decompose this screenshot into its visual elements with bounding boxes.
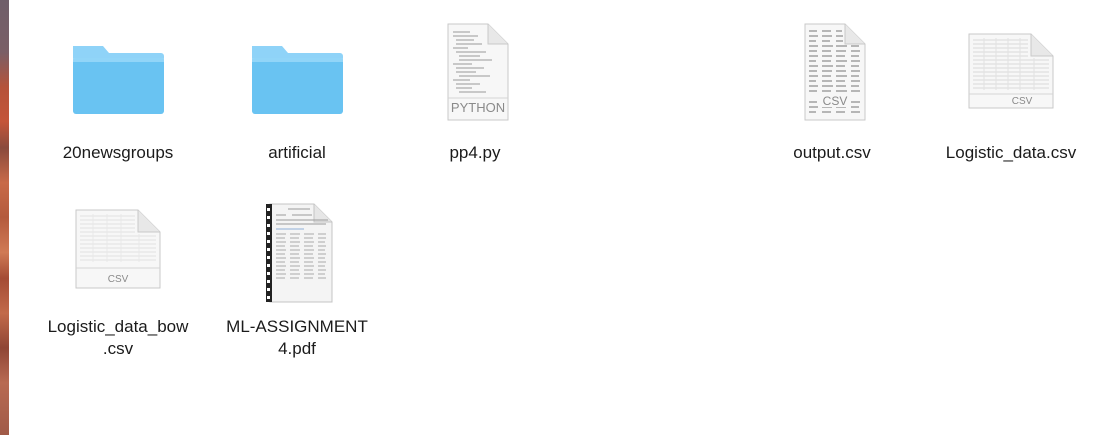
- file-type-badge: CSV: [1012, 96, 1033, 107]
- folder-icon: [63, 22, 173, 132]
- file-pp4-py[interactable]: PYTHON pp4.py: [385, 22, 565, 164]
- pdf-file-icon: [242, 196, 352, 306]
- file-artificial[interactable]: artificial: [207, 22, 387, 164]
- file-logistic-data-bow-csv[interactable]: CSV Logistic_data_bow .csv: [28, 196, 208, 360]
- file-logistic-data-csv[interactable]: CSV Logistic_data.csv: [921, 22, 1095, 164]
- csv-file-icon: CSV: [63, 196, 173, 306]
- file-20newsgroups[interactable]: 20newsgroups: [28, 22, 208, 164]
- desktop: 20newsgroups artificial PYTHON pp4.py CS…: [0, 0, 1095, 435]
- csv-file-icon: CSV: [956, 22, 1066, 132]
- file-label: ML-ASSIGNMENT 4.pdf: [226, 317, 368, 358]
- csv-file-icon: CSV: [777, 22, 887, 132]
- file-label: Logistic_data.csv: [945, 143, 1077, 162]
- file-label: artificial: [268, 143, 326, 162]
- file-output-csv[interactable]: CSV output.csv: [742, 22, 922, 164]
- file-label: Logistic_data_bow .csv: [47, 317, 189, 358]
- file-type-badge: PYTHON: [451, 100, 505, 115]
- file-ml-assignment-pdf[interactable]: ML-ASSIGNMENT 4.pdf: [207, 196, 387, 360]
- file-type-badge: CSV: [108, 274, 129, 285]
- file-label: output.csv: [793, 143, 871, 162]
- python-file-icon: PYTHON: [420, 22, 530, 132]
- wallpaper-strip: [0, 0, 9, 435]
- file-label: 20newsgroups: [62, 143, 174, 162]
- file-label: pp4.py: [449, 143, 501, 162]
- file-type-badge: CSV: [823, 94, 848, 108]
- folder-icon: [242, 22, 352, 132]
